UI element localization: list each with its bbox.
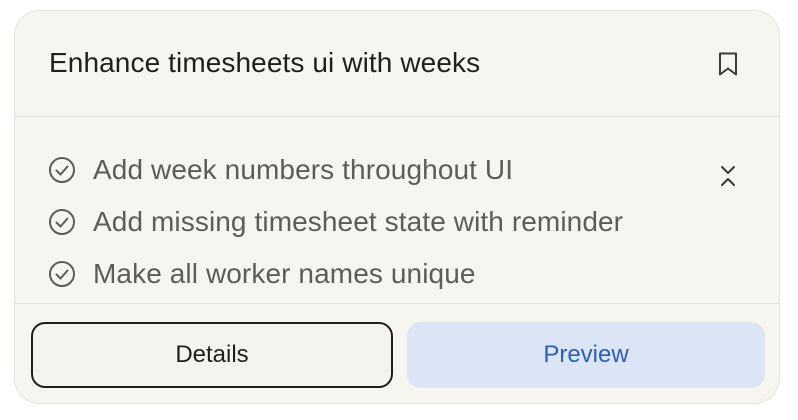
task-item: Make all worker names unique [47,254,476,294]
task-item: Add missing timesheet state with reminde… [47,202,623,242]
check-circle-icon [47,259,77,289]
task-label: Add missing timesheet state with reminde… [93,206,624,237]
details-button[interactable]: Details [31,322,393,388]
task-list: Add week numbers throughout UI Add missi… [15,118,779,304]
preview-button[interactable]: Preview [407,322,765,388]
bookmark-icon[interactable] [713,49,743,79]
card-title: Enhance timesheets ui with weeks [49,47,481,78]
chevron-collapse-icon[interactable] [713,159,743,193]
card-header: Enhance timesheets ui with weeks [15,11,779,117]
task-card: Enhance timesheets ui with weeks Add wee… [14,10,780,404]
task-label: Make all worker names unique [93,258,476,289]
check-circle-icon [47,207,77,237]
task-item: Add week numbers throughout UI [47,150,513,190]
check-circle-icon [47,155,77,185]
task-label: Add week numbers throughout UI [93,154,514,185]
